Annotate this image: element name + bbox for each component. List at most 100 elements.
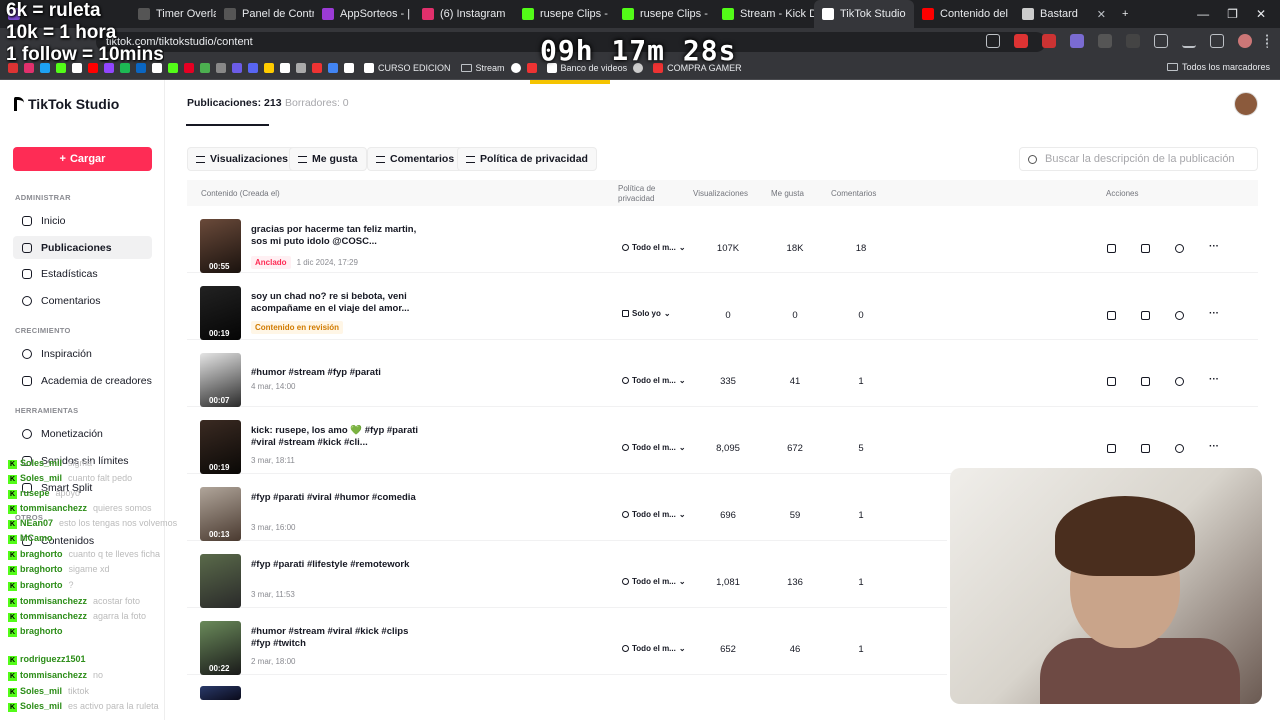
col-content[interactable]: Contenido (Creada el) [201,189,280,198]
sidebar-item-inspiracion[interactable]: Inspiración [13,342,152,365]
extension-icon[interactable] [1098,34,1112,48]
restore-icon[interactable]: ❐ [1227,7,1238,21]
bookmark-icon[interactable] [526,62,537,73]
tab-drafts[interactable]: Borradores: 0 [285,97,349,109]
download-icon[interactable] [1182,34,1196,48]
table-row[interactable]: 00:55 gracias por hacerme tan feliz mart… [187,206,1258,273]
table-row[interactable]: 00:07 #humor #stream #fyp #parati 4 mar,… [187,340,1258,407]
bookmark-icon[interactable] [232,62,242,73]
extension-icon[interactable] [1014,34,1028,48]
puzzle-icon[interactable] [1154,34,1168,48]
bookmark-icon[interactable] [280,62,290,73]
bookmark-icon[interactable] [264,62,274,73]
table-row[interactable]: 00:13 #fyp #parati #viral #humor #comedi… [187,474,947,541]
privacy-select[interactable]: Todo el m... ⌄ [622,510,686,519]
sidebar-item-publicaciones[interactable]: Publicaciones [13,236,152,259]
browser-tab[interactable]: Bastard ✕ [1014,0,1114,28]
browser-tab[interactable]: Panel de Contr✕ [216,0,314,28]
sidebar-item-inicio[interactable]: Inicio [13,209,152,232]
comment-icon[interactable] [1175,377,1184,386]
more-icon[interactable]: ··· [1209,242,1219,253]
video-thumbnail[interactable]: 00:55 [200,219,241,273]
edit-icon[interactable] [1107,444,1116,453]
browser-tab-active[interactable]: TikTok Studio✕ [814,0,914,28]
browser-tab[interactable]: (6) Instagram✕ [414,0,514,28]
comment-icon[interactable] [1175,311,1184,320]
bookmark-icon[interactable] [248,62,258,73]
profile-icon[interactable] [1238,34,1252,48]
bookmark-icon[interactable] [168,62,178,73]
browser-tab[interactable]: rusepe Clips -✕ [514,0,614,28]
close-window-icon[interactable]: ✕ [1256,7,1266,21]
extension-icon[interactable] [1126,34,1140,48]
bookmark-icon[interactable] [510,62,521,73]
col-likes[interactable]: Me gusta [771,189,804,198]
sidebar-item-academia[interactable]: Academia de creadores [13,369,152,392]
privacy-select[interactable]: Todo el m... ⌄ [622,577,686,586]
privacy-select[interactable]: Todo el m... ⌄ [622,243,686,252]
privacy-select[interactable]: Todo el m... ⌄ [622,644,686,653]
filter-comments[interactable]: Comentarios [367,147,464,171]
filter-views[interactable]: Visualizaciones [187,147,298,171]
bookmark-icon[interactable] [312,62,322,73]
star-icon[interactable] [986,34,1000,48]
more-icon[interactable]: ··· [1209,375,1219,386]
col-comments[interactable]: Comentarios [831,189,876,198]
table-row[interactable]: #fyp #parati #lifestyle #remotework 3 ma… [187,541,947,608]
avatar[interactable] [1234,92,1258,116]
bookmark-stream[interactable]: Stream [460,63,505,73]
browser-tab[interactable]: rusepe Clips - ✕ [614,0,714,28]
browser-tab[interactable]: Timer Overlay✕ [130,0,216,28]
edit-icon[interactable] [1107,377,1116,386]
video-description[interactable]: gracias por hacerme tan feliz martin, so… [251,224,421,248]
menu-icon[interactable] [1266,34,1270,48]
bookmark-icon[interactable] [296,62,306,73]
bookmark-icon[interactable] [344,62,354,73]
search-input[interactable]: Buscar la descripción de la publicación [1019,147,1258,171]
col-views[interactable]: Visualizaciones [693,189,748,198]
privacy-select[interactable]: Todo el m... ⌄ [622,376,686,385]
stats-icon[interactable] [1141,244,1150,253]
bookmark-all[interactable]: Todos los marcadores [1166,62,1270,72]
more-icon[interactable]: ··· [1209,442,1219,453]
extension-icon[interactable] [1070,34,1084,48]
upload-button[interactable]: + Cargar [13,147,152,171]
tiktok-studio-logo[interactable]: TikTok Studio [14,96,119,112]
video-description[interactable]: soy un chad no? re si bebota, veni acomp… [251,291,421,315]
sidebar-item-monetizacion[interactable]: Monetización [13,422,152,445]
comment-icon[interactable] [1175,244,1184,253]
video-description[interactable]: #fyp #parati #lifestyle #remotework [251,559,421,571]
close-icon[interactable]: ✕ [1091,8,1106,21]
table-row[interactable]: 00:19 soy un chad no? re si bebota, veni… [187,273,1258,340]
comment-icon[interactable] [1175,444,1184,453]
video-thumbnail[interactable]: 00:19 [200,286,241,340]
more-icon[interactable]: ··· [1209,309,1219,320]
browser-tab[interactable]: Stream - Kick D✕ [714,0,814,28]
extension-icon[interactable] [1042,34,1056,48]
minimize-icon[interactable]: — [1197,7,1209,21]
table-row[interactable]: 00:19 kick: rusepe, los amo 💚 #fyp #para… [187,407,1258,474]
edit-icon[interactable] [1107,311,1116,320]
browser-tab[interactable]: AppSorteos - |✕ [314,0,414,28]
video-thumbnail[interactable]: 00:07 [200,353,241,407]
video-description[interactable]: #fyp #parati #viral #humor #comedia [251,492,421,504]
browser-tab[interactable]: Contenido del✕ [914,0,1014,28]
filter-privacy[interactable]: Política de privacidad [457,147,597,171]
table-row[interactable] [187,686,947,720]
stats-icon[interactable] [1141,311,1150,320]
bookmark-curso[interactable]: CURSO EDICION [364,62,451,73]
privacy-select[interactable]: Solo yo ⌄ [622,309,671,318]
bookmark-icon[interactable] [328,62,338,73]
tab-published[interactable]: Publicaciones: 213 [187,97,282,109]
stats-icon[interactable] [1141,444,1150,453]
filter-likes[interactable]: Me gusta [289,147,367,171]
bookmark-icon[interactable] [216,62,226,73]
video-description[interactable]: #humor #stream #fyp #parati [251,367,421,379]
stats-icon[interactable] [1141,377,1150,386]
sidebar-item-comentarios[interactable]: Comentarios [13,289,152,312]
video-description[interactable]: #humor #stream #viral #kick #clips #fyp … [251,626,421,650]
privacy-select[interactable]: Todo el m... ⌄ [622,443,686,452]
bookmark-icon[interactable] [184,62,194,73]
new-tab-button[interactable]: + [1114,0,1140,28]
bookmark-icon[interactable] [200,62,210,73]
